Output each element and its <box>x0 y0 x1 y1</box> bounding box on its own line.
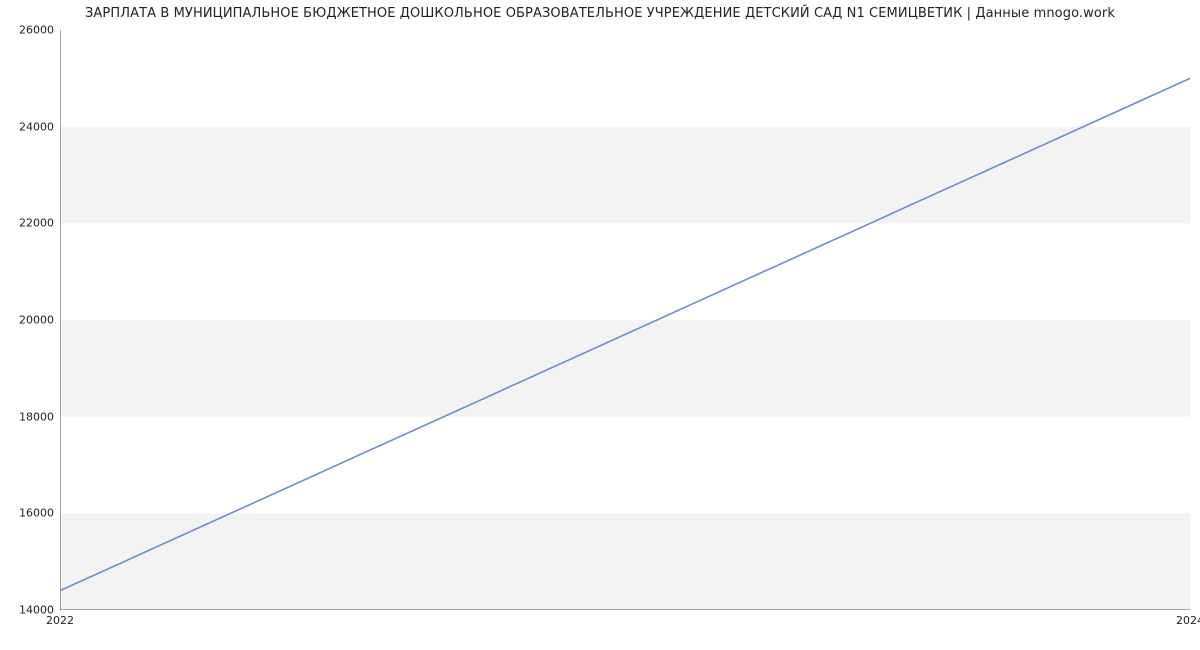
grid-bands <box>60 30 1190 610</box>
xtick-label: 2024 <box>1176 614 1200 627</box>
ytick-label: 16000 <box>19 507 54 520</box>
ytick-label: 26000 <box>19 24 54 37</box>
ytick-label: 20000 <box>19 314 54 327</box>
chart-container: ЗАРПЛАТА В МУНИЦИПАЛЬНОЕ БЮДЖЕТНОЕ ДОШКО… <box>0 0 1200 650</box>
xtick-label: 2022 <box>46 614 74 627</box>
ytick-label: 22000 <box>19 217 54 230</box>
ytick-label: 18000 <box>19 410 54 423</box>
chart-plot <box>60 30 1190 610</box>
ytick-label: 24000 <box>19 120 54 133</box>
chart-title: ЗАРПЛАТА В МУНИЦИПАЛЬНОЕ БЮДЖЕТНОЕ ДОШКО… <box>0 6 1200 21</box>
